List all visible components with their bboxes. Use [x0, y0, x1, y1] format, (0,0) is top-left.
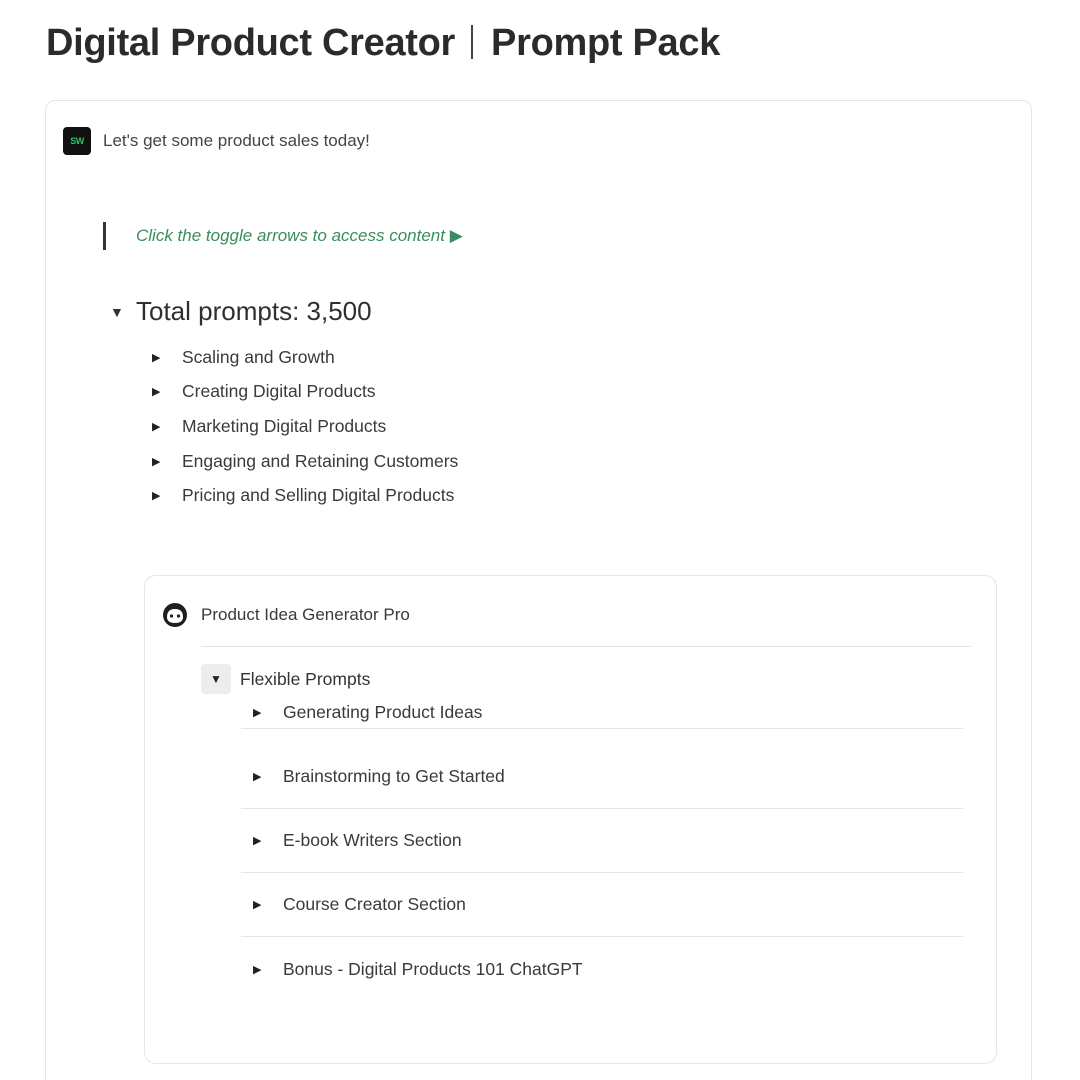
brand-logo-icon: SW — [63, 127, 91, 155]
prompt-section-label: Course Creator Section — [283, 894, 466, 914]
quote-text: Click the toggle arrows to access conten… — [136, 226, 463, 245]
prompt-section-item[interactable]: ▶ Generating Product Ideas — [241, 697, 963, 729]
instruction-quote: Click the toggle arrows to access conten… — [103, 222, 463, 250]
caret-right-icon[interactable]: ▶ — [253, 706, 267, 719]
caret-right-icon[interactable]: ▶ — [253, 898, 267, 911]
prompt-section-label: Bonus - Digital Products 101 ChatGPT — [283, 958, 583, 979]
prompt-section-item[interactable]: ▶ E-book Writers Section — [241, 809, 963, 873]
category-item[interactable]: ▶ Pricing and Selling Digital Products — [152, 478, 458, 513]
caret-right-icon[interactable]: ▶ — [253, 834, 267, 847]
generator-header: Product Idea Generator Pro — [161, 601, 410, 629]
category-label: Marketing Digital Products — [182, 415, 387, 436]
caret-down-icon[interactable]: ▼ — [201, 664, 231, 694]
prompt-section-label: Brainstorming to Get Started — [283, 766, 505, 786]
category-label: Pricing and Selling Digital Products — [182, 485, 455, 506]
callout: SW Let's get some product sales today! — [63, 127, 370, 155]
total-prompts-toggle[interactable]: ▼ Total prompts: 3,500 — [110, 296, 372, 327]
prompt-section-item[interactable]: ▶ Brainstorming to Get Started — [241, 745, 963, 809]
caret-right-icon[interactable]: ▶ — [253, 963, 267, 976]
prompt-section-item[interactable]: ▶ Course Creator Section — [241, 873, 963, 937]
caret-right-icon[interactable]: ▶ — [152, 420, 166, 433]
generator-name: Product Idea Generator Pro — [201, 605, 410, 624]
caret-right-icon[interactable]: ▶ — [152, 489, 166, 502]
caret-down-icon[interactable]: ▼ — [110, 304, 128, 320]
caret-right-icon[interactable]: ▶ — [152, 455, 166, 468]
category-item[interactable]: ▶ Creating Digital Products — [152, 375, 458, 410]
category-item[interactable]: ▶ Scaling and Growth — [152, 340, 458, 375]
title-separator — [471, 25, 474, 59]
category-list: ▶ Scaling and Growth ▶ Creating Digital Pr… — [152, 340, 458, 513]
prompt-section-label: Generating Product Ideas — [283, 702, 483, 722]
caret-right-icon[interactable]: ▶ — [152, 385, 166, 398]
page-title: Digital Product Creator Prompt Pack — [46, 22, 720, 65]
category-label: Creating Digital Products — [182, 381, 376, 402]
prompt-section-label: E-book Writers Section — [283, 830, 462, 850]
category-label: Engaging and Retaining Customers — [182, 450, 459, 471]
prompt-section-item[interactable]: ▶ Bonus - Digital Products 101 ChatGPT — [241, 937, 963, 1001]
page-title-main: Digital Product Creator — [46, 22, 456, 64]
callout-text: Let's get some product sales today! — [103, 131, 370, 150]
caret-right-icon[interactable]: ▶ — [253, 770, 267, 783]
prompt-section-list: ▶ Generating Product Ideas ▶ Brainstorming… — [241, 697, 963, 1001]
category-item[interactable]: ▶ Engaging and Retaining Customers — [152, 444, 458, 479]
flexible-prompts-label: Flexible Prompts — [240, 668, 371, 689]
category-item[interactable]: ▶ Marketing Digital Products — [152, 409, 458, 444]
page-title-sub: Prompt Pack — [491, 22, 721, 64]
flexible-prompts-toggle[interactable]: ▼ Flexible Prompts — [201, 664, 370, 694]
bot-avatar-icon — [161, 601, 189, 629]
divider — [201, 646, 971, 647]
category-label: Scaling and Growth — [182, 346, 335, 367]
quote-bar — [103, 222, 106, 250]
caret-right-icon[interactable]: ▶ — [152, 351, 166, 364]
total-prompts-title: Total prompts: 3,500 — [136, 296, 372, 326]
